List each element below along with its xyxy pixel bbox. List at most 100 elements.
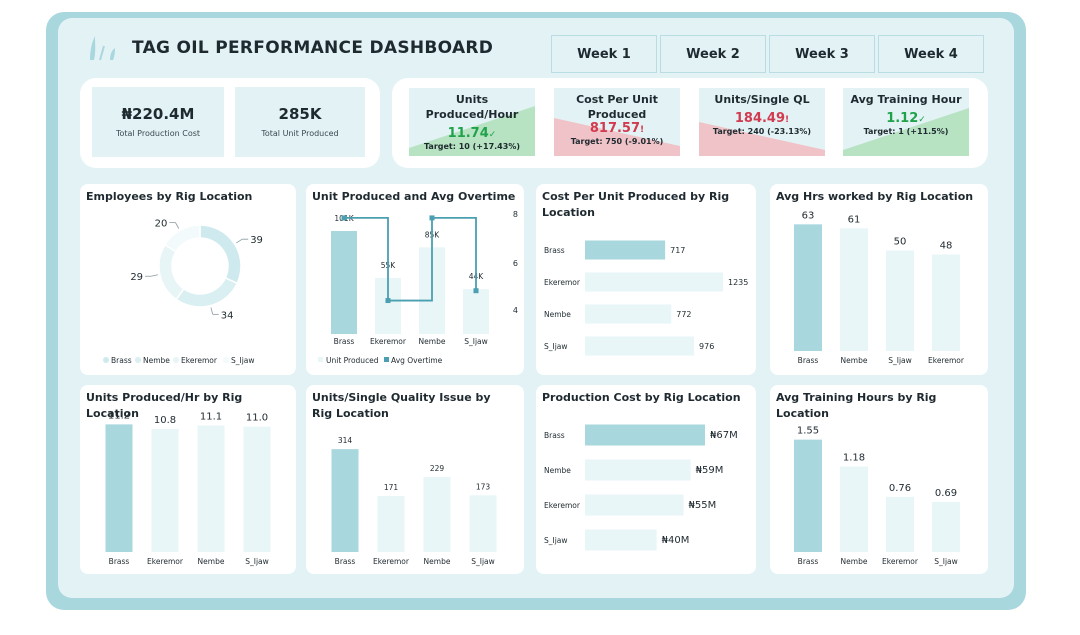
- leader-line: [236, 238, 243, 244]
- donut-slice: [175, 276, 239, 308]
- y-tick-label: Nembe: [544, 310, 571, 319]
- data-label: 976: [699, 342, 714, 351]
- y-tick-label: Brass: [544, 431, 565, 440]
- donut-slice: [199, 224, 242, 285]
- bar: [932, 501, 960, 552]
- cost-per-unit-kpi: Cost Per Unit Produced 817.57! Target: 7…: [554, 88, 680, 156]
- kpi-title: Avg Training Hour: [850, 93, 962, 106]
- overtime-point: [341, 215, 347, 221]
- slice-label: 34: [221, 310, 234, 321]
- legend-label: Avg Overtime: [391, 356, 443, 365]
- bar: [197, 425, 225, 552]
- production-cost-panel: Production Cost by Rig Location Brass ₦67…: [536, 385, 756, 574]
- data-label: 314: [338, 436, 353, 445]
- kpi-target: Target: 10 (+17.43%): [424, 142, 520, 151]
- bar: [151, 428, 179, 552]
- dashboard-title: TAG OIL PERFORMANCE DASHBOARD: [132, 38, 494, 58]
- x-tick-label: Ekeremor: [147, 557, 184, 566]
- x-tick-label: Nembe: [198, 557, 225, 566]
- bar: [585, 529, 657, 551]
- units-per-quality-issue-kpi: Units/Single QL 184.49! Target: 240 (-23…: [699, 88, 825, 156]
- x-tick-label: Brass: [334, 337, 355, 346]
- data-label: ₦40M: [662, 535, 690, 546]
- leader-line: [150, 274, 158, 277]
- x-tick-label: Ekeremor: [882, 557, 919, 566]
- y-tick-label: S_Ijaw: [544, 536, 568, 545]
- bar: [243, 426, 271, 552]
- data-label: 11.1: [200, 412, 222, 423]
- kpi-title: Units Produced/Hour: [425, 93, 519, 121]
- slice-label: 29: [130, 272, 143, 283]
- x-tick-label: Nembe: [841, 557, 868, 566]
- chart-svg: 101KBrass55KEkeremor85KNembe44KS_Ijaw864…: [318, 210, 518, 365]
- bar: [331, 449, 359, 552]
- x-tick-label: Brass: [798, 356, 819, 365]
- bar: [840, 466, 868, 552]
- legend-label: Nembe: [143, 356, 170, 365]
- avg-hrs-panel: Avg Hrs worked by Rig Location 63 Brass 61…: [770, 184, 988, 375]
- x-tick-label: Nembe: [419, 337, 446, 346]
- week-2-button[interactable]: Week 2: [660, 35, 766, 73]
- legend-label: S_Ijaw: [231, 356, 255, 365]
- legend-swatch: [318, 357, 323, 362]
- chart-svg: 1.55 Brass 1.18 Nembe 0.76 Ekeremor 0.69 S_Ijaw: [794, 426, 960, 566]
- x-tick-label: S_Ijaw: [471, 557, 495, 566]
- legend-swatch: [103, 357, 109, 363]
- bar: [794, 439, 822, 552]
- total-production-cost-label: Total Production Cost: [115, 129, 201, 138]
- bar: [585, 304, 672, 324]
- y-tick-label: Ekeremor: [544, 501, 581, 510]
- chart-svg: 63 Brass 61 Nembe 50 S_Ijaw 48 Ekeremor: [794, 210, 965, 365]
- bar: [331, 231, 357, 334]
- total-unit-produced-card: 285K Total Unit Produced: [235, 87, 365, 157]
- training-hours-panel: Avg Training Hours by Rig Location 1.55 B…: [770, 385, 988, 574]
- x-tick-label: Ekeremor: [373, 557, 410, 566]
- x-tick-label: Nembe: [424, 557, 451, 566]
- data-label: 11.2: [108, 410, 130, 421]
- legend-swatch: [223, 357, 229, 363]
- bar: [105, 424, 133, 552]
- bar: [463, 289, 489, 334]
- employees-by-rig-panel: Employees by Rig Location 39 34 29 20 Brass N…: [80, 184, 296, 375]
- total-unit-produced-value: 285K: [278, 105, 322, 123]
- total-production-cost-value: ₦220.4M: [121, 105, 195, 123]
- y2-tick-label: 8: [513, 210, 518, 219]
- bar: [794, 224, 822, 351]
- bar: [377, 495, 405, 552]
- check-icon: ✓: [918, 115, 926, 125]
- week-1-button[interactable]: Week 1: [551, 35, 657, 73]
- week-4-button[interactable]: Week 4: [878, 35, 984, 73]
- bar: [585, 459, 691, 481]
- chart-svg: Brass 717 Ekeremor 1235 Nembe 772 S_Ijaw 976: [544, 240, 748, 356]
- x-tick-label: S_Ijaw: [888, 356, 912, 365]
- x-tick-label: S_Ijaw: [934, 557, 958, 566]
- bar: [469, 495, 497, 552]
- kpi-target: Target: 750 (-9.01%): [570, 137, 664, 146]
- data-label: 229: [430, 464, 445, 473]
- units-quality-panel: Units/Single Quality Issue by Rig Locati…: [306, 385, 524, 574]
- data-label: 1.18: [843, 452, 865, 463]
- bar: [932, 254, 960, 351]
- alert-icon: !: [785, 115, 790, 125]
- legend-swatch: [384, 357, 389, 362]
- bar: [886, 496, 914, 552]
- slice-label: 20: [155, 218, 168, 229]
- bar: [585, 424, 705, 446]
- overtime-point: [385, 298, 391, 304]
- data-label: 171: [384, 483, 399, 492]
- chart-svg: Brass ₦67M Nembe ₦59M Ekeremor ₦55M S_Ijaw ₦40M: [544, 424, 738, 551]
- data-label: 0.76: [889, 483, 911, 494]
- data-label: 63: [802, 210, 815, 221]
- units-overtime-panel: Unit Produced and Avg Overtime 101KBrass…: [306, 184, 524, 375]
- week-3-button[interactable]: Week 3: [769, 35, 875, 73]
- total-unit-produced-label: Total Unit Produced: [261, 129, 339, 138]
- cost-per-unit-panel: Cost Per Unit Produced by Rig Location B…: [536, 184, 756, 375]
- data-label: 717: [670, 246, 685, 255]
- data-label: ₦55M: [689, 500, 717, 511]
- leader-line: [210, 307, 214, 315]
- data-label: 1235: [728, 278, 748, 287]
- data-label: 50: [894, 236, 907, 247]
- avg-training-hour-kpi: Avg Training Hour 1.12✓ Target: 1 (+11.5…: [843, 88, 969, 156]
- donut-slice: [158, 243, 185, 301]
- overtime-point: [473, 288, 479, 294]
